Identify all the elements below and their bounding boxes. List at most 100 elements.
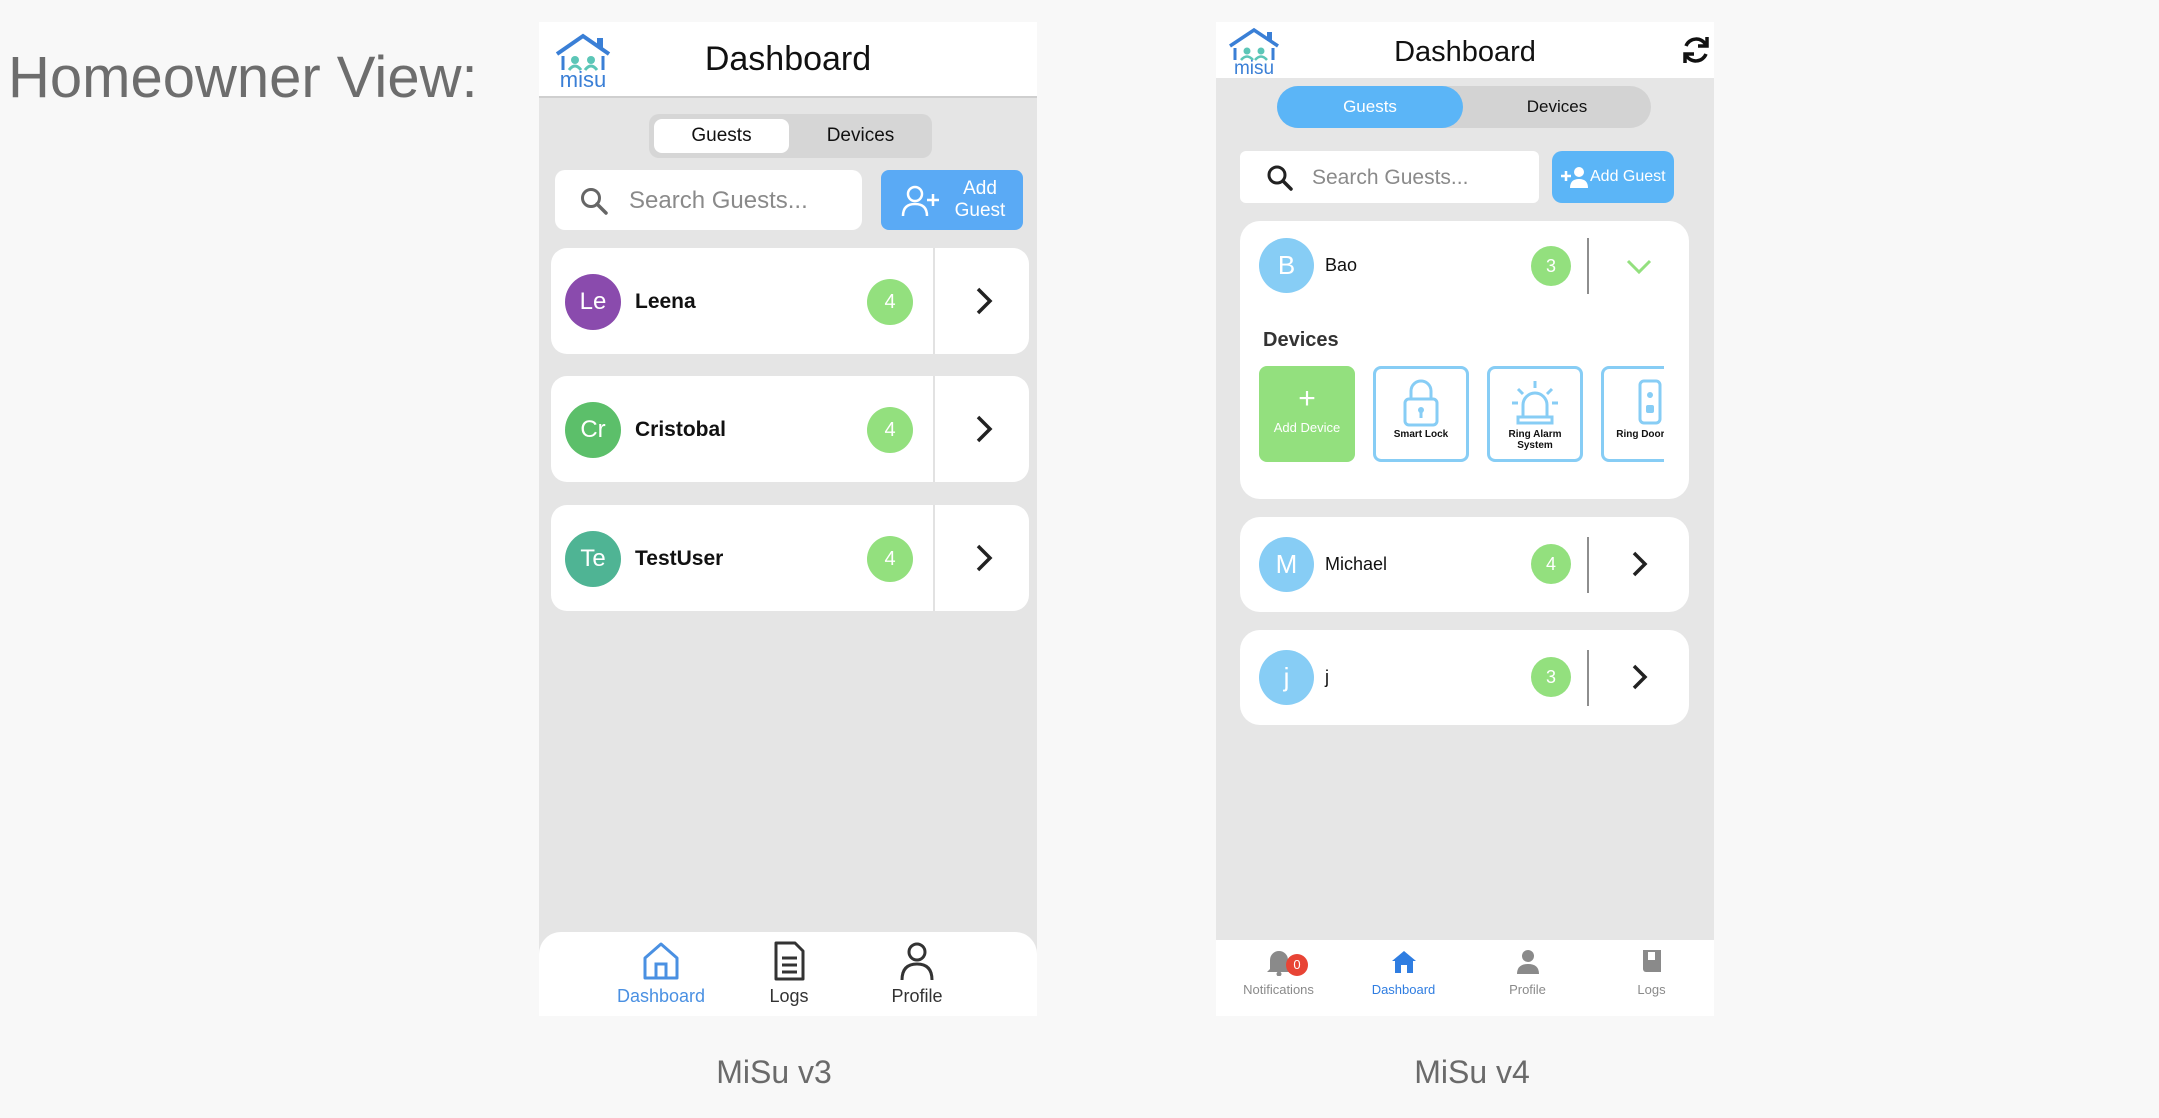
divider xyxy=(933,505,935,611)
nav-label: Logs xyxy=(1637,982,1666,997)
guest-card[interactable]: Cr Cristobal 4 xyxy=(551,376,1029,482)
lock-icon xyxy=(1403,379,1439,427)
nav-profile[interactable]: Profile xyxy=(1465,948,1590,997)
document-icon xyxy=(774,941,805,981)
refresh-icon[interactable] xyxy=(1680,34,1712,66)
book-icon xyxy=(1642,950,1661,972)
device-count-badge: 4 xyxy=(1531,544,1571,584)
device-tile-ring-doorbell[interactable]: Ring Doorbell xyxy=(1601,366,1664,462)
device-carousel[interactable]: + Add Device Smart Lock Ring Alarm Syste… xyxy=(1259,366,1664,464)
tab-guests[interactable]: Guests xyxy=(1277,86,1463,128)
divider xyxy=(1587,650,1589,706)
nav-dashboard[interactable]: Dashboard xyxy=(601,940,721,1007)
device-tile-smart-lock[interactable]: Smart Lock xyxy=(1373,366,1469,462)
search-box xyxy=(555,170,862,230)
add-guest-label: Add Guest xyxy=(1590,168,1666,185)
nav-label: Profile xyxy=(1509,982,1546,997)
avatar: j xyxy=(1259,650,1314,705)
nav-logs[interactable]: Logs xyxy=(1589,948,1714,997)
add-user-icon xyxy=(901,185,939,217)
nav-label: Dashboard xyxy=(1371,982,1436,997)
divider xyxy=(933,248,935,354)
chevron-right-icon[interactable] xyxy=(967,541,1001,575)
device-count-badge: 4 xyxy=(867,279,913,325)
add-guest-label: Add Guest xyxy=(954,178,1006,221)
device-label: Ring Doorbell xyxy=(1616,429,1664,440)
search-input[interactable] xyxy=(1310,163,1534,193)
chevron-down-icon[interactable] xyxy=(1624,251,1654,281)
header: misu Dashboard xyxy=(539,22,1037,98)
page-title: Dashboard xyxy=(1394,36,1536,68)
bottom-nav: 0 Notifications Dashboard Profile Logs xyxy=(1216,940,1714,1016)
avatar: Te xyxy=(565,531,621,587)
divider xyxy=(1587,537,1589,593)
segmented-control: Guests Devices xyxy=(649,114,932,158)
devices-heading: Devices xyxy=(1263,329,1339,351)
segmented-control: Guests Devices xyxy=(1277,86,1651,128)
home-icon xyxy=(1391,951,1416,973)
home-icon xyxy=(643,942,679,980)
nav-label: Notifications xyxy=(1243,982,1314,997)
device-count-badge: 3 xyxy=(1531,246,1571,286)
avatar: Cr xyxy=(565,402,621,458)
guest-card[interactable]: Le Leena 4 xyxy=(551,248,1029,354)
phone-v4: misu Dashboard Guests Devices Add Guest … xyxy=(1216,22,1714,1016)
add-device-label: Add Device xyxy=(1273,420,1341,435)
user-icon xyxy=(1516,950,1539,974)
doorbell-icon xyxy=(1638,379,1662,425)
search-input[interactable] xyxy=(627,184,851,218)
search-box xyxy=(1240,151,1539,203)
guest-name: Michael xyxy=(1325,554,1388,574)
device-label: Ring Alarm System xyxy=(1508,429,1562,451)
phone-v3: misu Dashboard Guests Devices Add Guest … xyxy=(539,22,1037,1016)
nav-profile[interactable]: Profile xyxy=(857,940,977,1007)
guest-name: TestUser xyxy=(635,547,724,570)
alarm-icon xyxy=(1512,381,1558,425)
chevron-right-icon[interactable] xyxy=(1624,549,1654,579)
guest-name: j xyxy=(1325,667,1329,687)
avatar: M xyxy=(1259,537,1314,592)
guest-name: Bao xyxy=(1325,255,1358,275)
bottom-nav: Dashboard Logs Profile xyxy=(539,932,1037,1016)
nav-notifications[interactable]: 0 Notifications xyxy=(1216,948,1341,997)
device-count-badge: 4 xyxy=(867,536,913,582)
search-icon xyxy=(581,188,608,215)
guest-card-expanded[interactable]: B Bao 3 Devices + Add Device Smart Lock xyxy=(1240,221,1689,499)
avatar: B xyxy=(1259,238,1314,293)
guest-name: Leena xyxy=(635,290,696,313)
nav-label: Logs xyxy=(769,986,809,1006)
device-tile-ring-alarm[interactable]: Ring Alarm System xyxy=(1487,366,1583,462)
guest-card[interactable]: Te TestUser 4 xyxy=(551,505,1029,611)
device-count-badge: 4 xyxy=(867,407,913,453)
add-guest-button[interactable]: Add Guest xyxy=(881,170,1023,230)
plus-icon: + xyxy=(1298,382,1316,415)
user-icon xyxy=(900,942,934,981)
chevron-right-icon[interactable] xyxy=(1624,662,1654,692)
avatar: Le xyxy=(565,274,621,330)
tab-devices[interactable]: Devices xyxy=(793,119,928,153)
add-device-button[interactable]: + Add Device xyxy=(1259,366,1355,462)
guest-card[interactable]: j j 3 xyxy=(1240,630,1689,725)
chevron-right-icon[interactable] xyxy=(967,412,1001,446)
search-icon xyxy=(1267,165,1293,191)
guest-name: Cristobal xyxy=(635,418,727,441)
add-user-icon xyxy=(1561,167,1588,188)
page-heading: Homeowner View: xyxy=(8,45,478,110)
caption-v4: MiSu v4 xyxy=(1414,1054,1530,1090)
divider xyxy=(1587,238,1589,294)
tab-devices[interactable]: Devices xyxy=(1463,86,1651,128)
page-title: Dashboard xyxy=(704,40,872,78)
guest-card[interactable]: M Michael 4 xyxy=(1240,517,1689,612)
nav-label: Profile xyxy=(891,986,943,1006)
notification-count-badge: 0 xyxy=(1286,954,1308,976)
tab-guests[interactable]: Guests xyxy=(654,119,789,153)
nav-label: Dashboard xyxy=(616,986,706,1006)
header: misu Dashboard xyxy=(1216,22,1714,78)
nav-logs[interactable]: Logs xyxy=(729,940,849,1007)
chevron-right-icon[interactable] xyxy=(967,284,1001,318)
device-count-badge: 3 xyxy=(1531,657,1571,697)
device-label: Smart Lock xyxy=(1393,429,1449,440)
divider xyxy=(933,376,935,482)
nav-dashboard[interactable]: Dashboard xyxy=(1341,948,1466,997)
add-guest-button[interactable]: Add Guest xyxy=(1552,151,1674,203)
